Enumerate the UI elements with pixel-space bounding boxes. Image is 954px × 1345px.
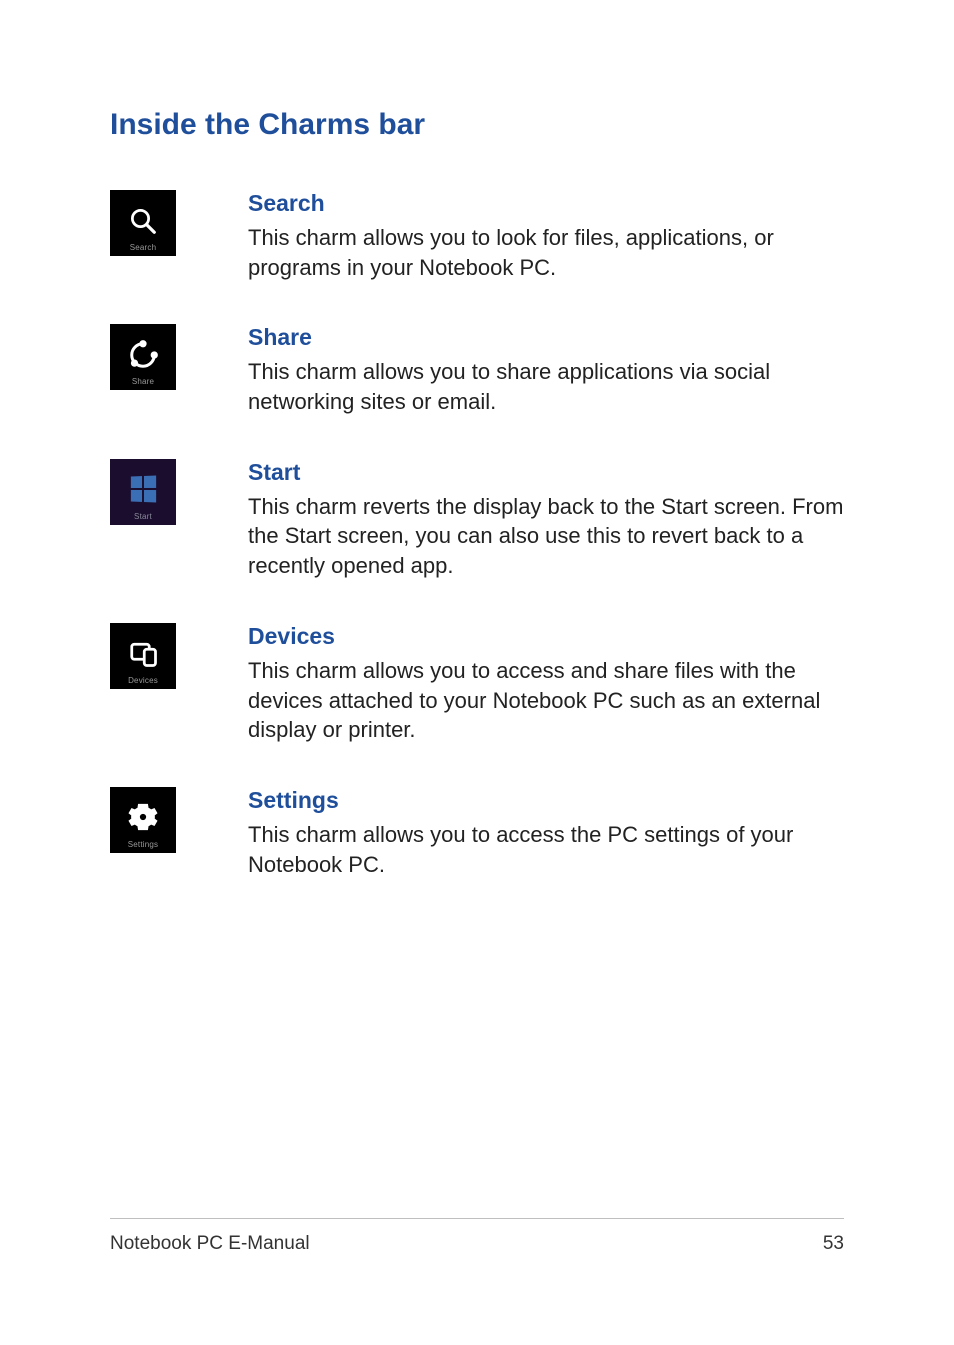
page-content: Inside the Charms bar Search Search This… — [0, 0, 954, 879]
footer-page-number: 53 — [823, 1233, 844, 1255]
charm-description: This charm allows you to look for files,… — [248, 223, 844, 282]
charm-tile-devices: Devices — [110, 623, 176, 689]
charm-row-settings: Settings Settings This charm allows you … — [110, 787, 844, 879]
charm-heading-devices: Devices — [248, 623, 844, 650]
footer-line: Notebook PC E-Manual 53 — [110, 1233, 844, 1255]
charm-heading-settings: Settings — [248, 787, 844, 814]
footer-rule — [110, 1218, 844, 1219]
charm-description: This charm reverts the display back to t… — [248, 492, 844, 581]
charm-tile-label: Search — [110, 243, 176, 252]
page-footer: Notebook PC E-Manual 53 — [0, 1218, 954, 1255]
footer-doc-title: Notebook PC E-Manual — [110, 1233, 310, 1255]
charm-text-block: Devices This charm allows you to access … — [248, 623, 844, 745]
search-icon — [128, 206, 158, 241]
charm-tile-label: Settings — [110, 840, 176, 849]
charm-heading-start: Start — [248, 459, 844, 486]
devices-icon — [128, 638, 158, 673]
charm-row-devices: Devices Devices This charm allows you to… — [110, 623, 844, 745]
charm-tile-search: Search — [110, 190, 176, 256]
charm-tile-share: Share — [110, 324, 176, 390]
charm-tile-label: Devices — [110, 676, 176, 685]
charm-text-block: Start This charm reverts the display bac… — [248, 459, 844, 581]
settings-icon — [128, 802, 158, 837]
charm-text-block: Share This charm allows you to share app… — [248, 324, 844, 416]
charm-description: This charm allows you to access and shar… — [248, 656, 844, 745]
charm-heading-search: Search — [248, 190, 844, 217]
charm-description: This charm allows you to share applicati… — [248, 357, 844, 416]
charm-tile-settings: Settings — [110, 787, 176, 853]
charm-tile-label: Share — [110, 377, 176, 386]
charm-heading-share: Share — [248, 324, 844, 351]
charm-text-block: Settings This charm allows you to access… — [248, 787, 844, 879]
section-title: Inside the Charms bar — [110, 108, 844, 142]
charm-row-share: Share Share This charm allows you to sha… — [110, 324, 844, 416]
charm-row-start: Start Start This charm reverts the displ… — [110, 459, 844, 581]
charm-description: This charm allows you to access the PC s… — [248, 820, 844, 879]
charm-tile-label: Start — [110, 512, 176, 521]
charm-text-block: Search This charm allows you to look for… — [248, 190, 844, 282]
start-icon — [130, 482, 156, 502]
share-icon — [128, 340, 158, 375]
charm-row-search: Search Search This charm allows you to l… — [110, 190, 844, 282]
charm-tile-start: Start — [110, 459, 176, 525]
